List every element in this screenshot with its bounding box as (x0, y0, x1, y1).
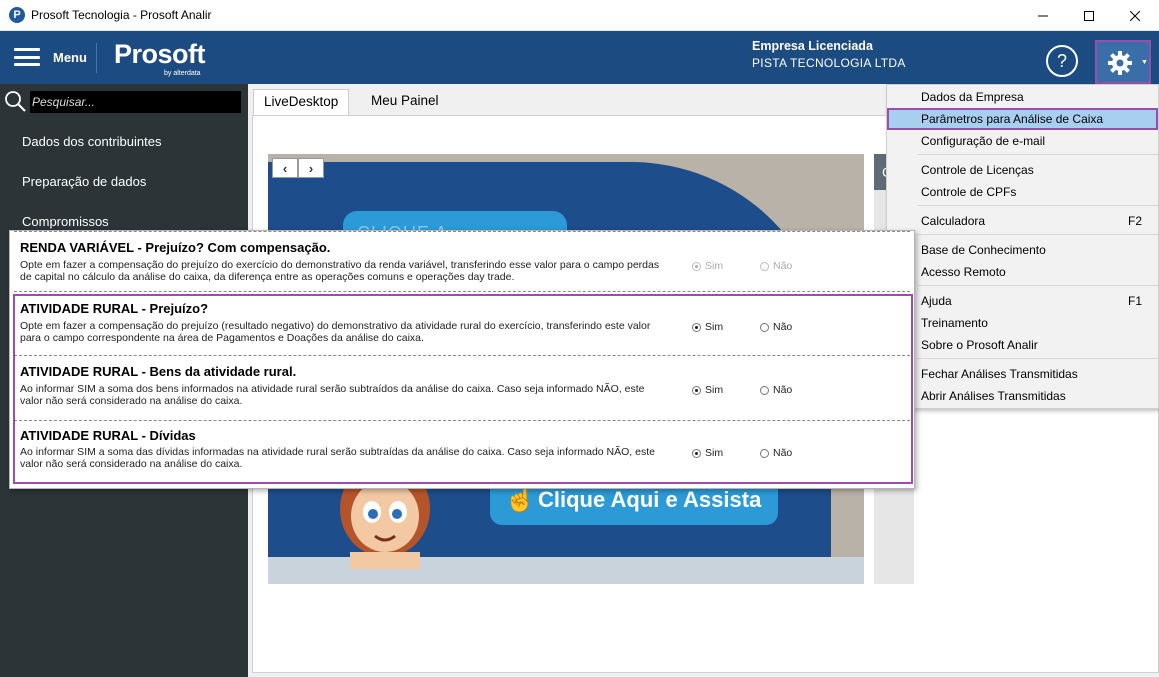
close-icon (1130, 10, 1140, 21)
window-title: Prosoft Tecnologia - Prosoft Analir (31, 8, 212, 22)
menu-item-base-conhecimento[interactable]: Base de Conhecimento (887, 239, 1158, 261)
hamburger-icon[interactable] (14, 48, 40, 66)
radio-dot (760, 261, 769, 271)
help-button[interactable]: ? (1046, 45, 1078, 77)
menu-separator (917, 234, 1158, 235)
next-arrow-icon[interactable]: › (298, 158, 324, 178)
tab-livedesktop[interactable]: LiveDesktop (253, 89, 350, 115)
shortcut-label: F1 (1127, 294, 1142, 308)
maximize-button[interactable] (1066, 0, 1112, 31)
menu-item-label: Abrir Análises Transmitidas (921, 389, 1066, 403)
menu-item-label: Treinamento (921, 316, 988, 330)
menu-item-label: Ajuda (921, 294, 952, 308)
search-input[interactable] (30, 91, 241, 113)
menu-separator (917, 358, 1158, 359)
menu-item-controle-cpfs[interactable]: Controle de CPFs (887, 181, 1158, 203)
menu-separator (917, 154, 1158, 155)
close-button[interactable] (1112, 0, 1158, 31)
app-header: Menu Prosoft by alterdata Empresa Licenc… (0, 31, 1159, 84)
radio-label: Não (773, 260, 793, 272)
menu-item-label: Controle de CPFs (921, 185, 1017, 199)
header-divider (96, 43, 97, 73)
menu-item-sobre[interactable]: Sobre o Prosoft Analir (887, 334, 1158, 356)
previous-arrow-icon[interactable]: ‹ (272, 158, 298, 178)
logo-subtitle: by alterdata (164, 70, 201, 77)
title-bar: P Prosoft Tecnologia - Prosoft Analir (0, 0, 1159, 31)
menu-item-parametros-analise-caixa[interactable]: Parâmetros para Análise de Caixa (887, 108, 1158, 130)
menu-label[interactable]: Menu (53, 50, 87, 65)
menu-item-acesso-remoto[interactable]: Acesso Remoto (887, 261, 1158, 283)
highlight-outline (13, 294, 913, 484)
menu-separator (917, 205, 1158, 206)
menu-item-calculadora[interactable]: Calculadora F2 (887, 210, 1158, 232)
search-icon (5, 91, 26, 112)
menu-item-abrir-analises[interactable]: Abrir Análises Transmitidas (887, 385, 1158, 407)
row-divider (14, 231, 910, 232)
chevron-down-icon: ▼ (1141, 59, 1148, 66)
radio-dot (692, 261, 701, 271)
sidebar-item-preparacao-dados[interactable]: Preparação de dados (22, 174, 146, 189)
menu-item-label: Dados da Empresa (921, 90, 1024, 104)
radio-renda-variavel-nao: Não (760, 260, 792, 272)
menu-item-label: Fechar Análises Transmitidas (921, 367, 1078, 381)
menu-item-treinamento[interactable]: Treinamento (887, 312, 1158, 334)
app-icon: P (9, 7, 25, 23)
radio-label: Sim (705, 260, 724, 272)
option-desc-renda-variavel: Opte em fazer a compensação do prejuízo … (20, 259, 660, 283)
menu-item-label: Calculadora (921, 214, 986, 228)
menu-item-ajuda[interactable]: Ajuda F1 (887, 290, 1158, 312)
shortcut-label: F2 (1127, 214, 1142, 228)
menu-item-fechar-analises[interactable]: Fechar Análises Transmitidas (887, 363, 1158, 385)
minimize-button[interactable] (1020, 0, 1066, 31)
maximize-icon (1084, 10, 1094, 21)
menu-item-label: Acesso Remoto (921, 265, 1006, 279)
menu-item-configuracao-email[interactable]: Configuração de e-mail (887, 130, 1158, 152)
cta-label: Clique Aqui e Assista (538, 487, 762, 512)
settings-button[interactable]: ▼ (1095, 40, 1151, 84)
banner-nav: ‹ › (272, 158, 324, 178)
menu-item-label: Configuração de e-mail (921, 134, 1046, 148)
menu-item-label: Sobre o Prosoft Analir (921, 338, 1038, 352)
gear-icon (1108, 51, 1132, 75)
sidebar-item-dados-contribuintes[interactable]: Dados dos contribuintes (22, 134, 161, 149)
menu-separator (917, 285, 1158, 286)
tab-meu-painel[interactable]: Meu Painel (361, 89, 449, 113)
menu-item-label: Controle de Licenças (921, 163, 1034, 177)
minimize-icon (1038, 15, 1048, 16)
row-divider (14, 291, 910, 292)
prosoft-logo: Prosoft (114, 39, 206, 69)
menu-item-label: Base de Conhecimento (921, 243, 1046, 257)
company-title: Empresa Licenciada (752, 39, 873, 53)
menu-item-label: Parâmetros para Análise de Caixa (921, 112, 1104, 126)
option-title-renda-variavel: RENDA VARIÁVEL - Prejuízo? Com compensaç… (20, 240, 331, 255)
company-name: PISTA TECNOLOGIA LTDA (752, 56, 906, 70)
cash-analysis-parameters-panel: RENDA VARIÁVEL - Prejuízo? Com compensaç… (9, 230, 915, 489)
menu-item-dados-empresa[interactable]: Dados da Empresa (887, 86, 1158, 108)
sidebar-item-compromissos[interactable]: Compromissos (22, 214, 109, 229)
menu-item-controle-licencas[interactable]: Controle de Licenças (887, 159, 1158, 181)
radio-renda-variavel-sim: Sim (692, 260, 723, 272)
settings-dropdown-menu: Dados da Empresa Parâmetros para Análise… (886, 84, 1159, 409)
